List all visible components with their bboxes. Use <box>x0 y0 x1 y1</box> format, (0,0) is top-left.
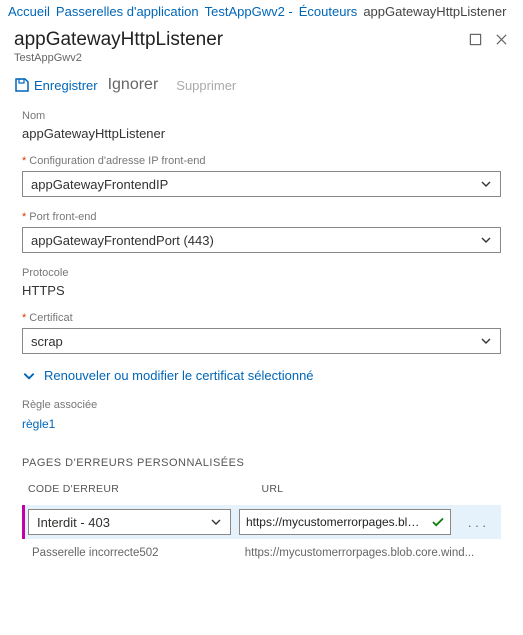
chevron-down-icon <box>210 516 222 528</box>
error-code-value: Interdit - 403 <box>37 515 110 530</box>
column-header-url: URL <box>262 483 496 495</box>
certificate-label: *Certificat <box>22 312 501 324</box>
error-row-502[interactable]: Passerelle incorrecte502 https://mycusto… <box>22 539 501 565</box>
renew-certificate-toggle[interactable]: Renouveler ou modifier le certificat sél… <box>22 368 501 383</box>
frontend-port-value: appGatewayFrontendPort (443) <box>31 233 214 248</box>
name-label: Nom <box>22 110 501 122</box>
breadcrumb-listeners[interactable]: Écouteurs <box>299 4 358 19</box>
protocol-value: HTTPS <box>22 283 501 298</box>
save-label: Enregistrer <box>34 78 98 93</box>
associated-rule-link[interactable]: règle1 <box>22 417 501 431</box>
name-value: appGatewayHttpListener <box>22 126 501 141</box>
breadcrumb: Accueil Passerelles d'application TestAp… <box>0 2 523 23</box>
error-url-static: https://mycustomerrorpages.blob.core.win… <box>245 547 495 559</box>
breadcrumb-gateway[interactable]: TestAppGwv2 - <box>205 4 293 19</box>
frontend-port-select[interactable]: appGatewayFrontendPort (443) <box>22 227 501 253</box>
error-code-static: Passerelle incorrecte502 <box>32 547 237 559</box>
toolbar: Enregistrer Ignorer Supprimer <box>0 68 523 104</box>
breadcrumb-current: appGatewayHttpListener <box>363 4 506 19</box>
breadcrumb-appgateways[interactable]: Passerelles d'application <box>56 4 199 19</box>
restore-window-icon[interactable] <box>465 29 485 49</box>
chevron-down-icon <box>480 178 492 190</box>
ignore-button[interactable]: Ignorer <box>108 76 159 94</box>
chevron-down-icon <box>22 369 36 383</box>
page-title: appGatewayHttpListener <box>14 29 223 51</box>
frontend-port-label: *Port front-end <box>22 211 501 223</box>
chevron-down-icon <box>480 234 492 246</box>
page-subtitle: TestAppGwv2 <box>14 52 223 64</box>
error-url-input[interactable] <box>239 509 451 535</box>
certificate-select[interactable]: scrap <box>22 328 501 354</box>
renew-certificate-label: Renouveler ou modifier le certificat sél… <box>44 368 314 383</box>
save-button[interactable]: Enregistrer <box>14 77 98 93</box>
frontend-ip-label: *Configuration d'adresse IP front-end <box>22 155 501 167</box>
certificate-value: scrap <box>31 334 63 349</box>
associated-rule-label: Règle associée <box>22 399 501 411</box>
custom-error-pages-header: PAGES D'ERREURS PERSONNALISÉES <box>22 457 501 469</box>
save-icon <box>14 77 30 93</box>
frontend-ip-value: appGatewayFrontendIP <box>31 177 168 192</box>
delete-button[interactable]: Supprimer <box>176 78 236 93</box>
breadcrumb-home[interactable]: Accueil <box>8 4 50 19</box>
row-more-button[interactable]: . . . <box>459 515 495 530</box>
chevron-down-icon <box>480 335 492 347</box>
error-row-403[interactable]: Interdit - 403 . . . <box>22 505 501 539</box>
error-code-select[interactable]: Interdit - 403 <box>28 509 231 535</box>
close-icon[interactable] <box>491 29 511 49</box>
frontend-ip-select[interactable]: appGatewayFrontendIP <box>22 171 501 197</box>
column-header-code: CODE D'ERREUR <box>28 483 262 495</box>
protocol-label: Protocole <box>22 267 501 279</box>
error-table: CODE D'ERREUR URL Interdit - 403 <box>22 483 501 565</box>
validated-check-icon <box>431 515 445 529</box>
